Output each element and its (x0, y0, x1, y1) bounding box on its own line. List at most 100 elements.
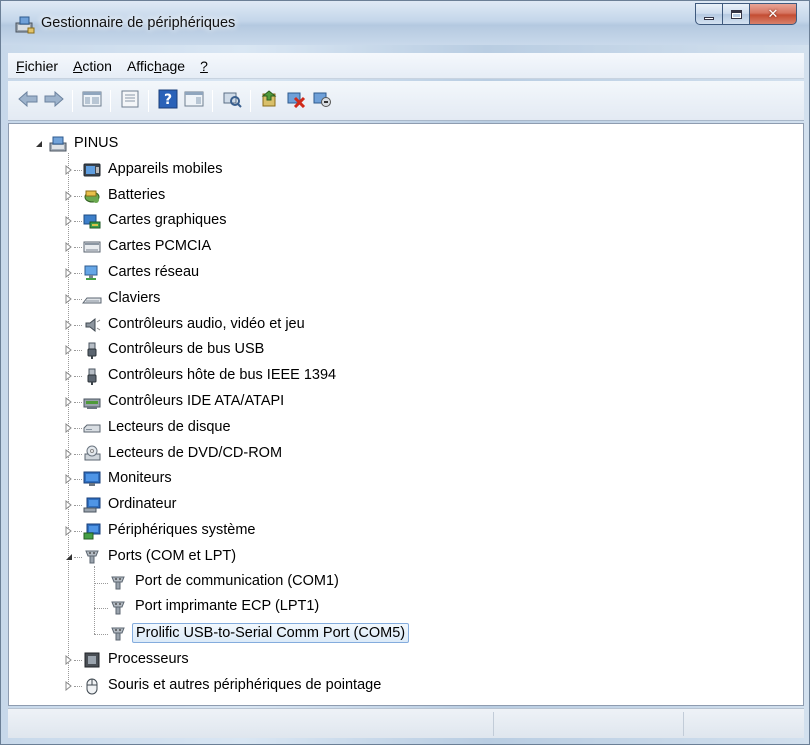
toolbar-separator (110, 90, 111, 112)
tree-item[interactable]: Ports (COM et LPT) (9, 546, 789, 568)
port-icon (108, 625, 128, 643)
collapsed-triangle-icon[interactable] (64, 422, 74, 434)
tree-item-label: Ports (COM et LPT) (108, 547, 237, 564)
tree-item[interactable]: Contrôleurs audio, vidéo et jeu (9, 314, 789, 336)
scan-hardware-button[interactable] (220, 90, 244, 112)
toolbar-separator (250, 90, 251, 112)
menu-help[interactable]: ? (193, 58, 215, 74)
tree-subitem[interactable]: Port imprimante ECP (LPT1) (9, 597, 789, 619)
tree-connector (74, 350, 82, 352)
tree-connector (74, 298, 82, 300)
tree-item[interactable]: Lecteurs de disque (9, 417, 789, 439)
back-button[interactable] (16, 90, 40, 112)
scan-hardware-icon (222, 90, 242, 112)
window-title: Gestionnaire de périphériques (41, 15, 236, 31)
menu-action[interactable]: Action (66, 58, 119, 74)
tree-connector (94, 565, 95, 635)
help-button[interactable]: ? (156, 89, 180, 112)
keyboard-icon (82, 290, 102, 308)
tree-item[interactable]: Ordinateur (9, 494, 789, 516)
tree-item[interactable]: Contrôleurs hôte de bus IEEE 1394 (9, 365, 789, 387)
tree-connector (74, 402, 82, 403)
computer-monitor-icon (82, 496, 102, 514)
disk-drive-icon (82, 419, 102, 437)
speaker-icon (82, 316, 102, 334)
device-manager-window: Gestionnaire de périphériques ✕ Fichier … (0, 0, 810, 745)
tree-subitem-label: Port de communication (COM1) (135, 572, 339, 589)
tree-subitem[interactable]: Port de communication (COM1) (9, 572, 789, 594)
tree-item-label: Lecteurs de disque (108, 418, 231, 435)
tree-connector (74, 273, 82, 274)
device-manager-icon (14, 15, 36, 35)
caption-buttons: ✕ (695, 3, 797, 33)
expanded-triangle-icon[interactable] (34, 138, 44, 150)
tree-connector (74, 247, 82, 249)
tree-item[interactable]: Périphériques système (9, 520, 789, 542)
collapsed-triangle-icon[interactable] (64, 370, 74, 382)
tree-connector (74, 505, 82, 507)
tree-connector (74, 195, 82, 197)
collapsed-triangle-icon[interactable] (64, 448, 74, 460)
collapsed-triangle-icon[interactable] (64, 190, 74, 202)
action-pane-button[interactable] (182, 90, 206, 112)
tree-item[interactable]: Souris et autres périphériques de pointa… (9, 675, 789, 697)
collapsed-triangle-icon[interactable] (64, 525, 74, 537)
show-hide-tree-button[interactable] (80, 90, 104, 112)
tree-item-label: Contrôleurs hôte de bus IEEE 1394 (108, 367, 337, 384)
show-hide-console-tree-icon (82, 90, 102, 112)
tree-subitem[interactable]: Prolific USB-to-Serial Comm Port (COM5) (9, 623, 789, 645)
tree-item[interactable]: Appareils mobiles (9, 159, 789, 181)
maximize-button[interactable] (723, 3, 750, 25)
tree-item-label: Ordinateur (108, 496, 177, 513)
collapsed-triangle-icon[interactable] (64, 396, 74, 408)
tree-item[interactable]: Cartes PCMCIA (9, 236, 789, 258)
tree-item-label: Claviers (108, 289, 161, 306)
collapsed-triangle-icon[interactable] (64, 241, 74, 253)
tree-item-label: Appareils mobiles (108, 160, 223, 177)
disable-device-button[interactable] (310, 90, 334, 112)
collapsed-triangle-icon[interactable] (64, 164, 74, 176)
collapsed-triangle-icon[interactable] (64, 319, 74, 331)
tree-connector (74, 427, 82, 429)
properties-icon (120, 90, 140, 112)
tree-item[interactable]: Contrôleurs IDE ATA/ATAPI (9, 391, 789, 413)
collapsed-triangle-icon[interactable] (64, 680, 74, 692)
collapsed-triangle-icon[interactable] (64, 215, 74, 227)
tree-connector (74, 531, 82, 532)
menu-fichier[interactable]: Fichier (9, 58, 65, 74)
collapsed-triangle-icon[interactable] (64, 344, 74, 356)
device-tree[interactable]: PINUS Appareils mobiles Batteries Cartes gr… (8, 123, 804, 706)
system-device-icon (82, 522, 102, 540)
tree-item[interactable]: Contrôleurs de bus USB (9, 339, 789, 361)
tree-connector (74, 556, 82, 558)
expanded-triangle-icon[interactable] (64, 551, 74, 563)
tree-root[interactable]: PINUS (9, 133, 789, 155)
tree-connector (94, 608, 108, 610)
collapsed-triangle-icon[interactable] (64, 499, 74, 511)
tree-item[interactable]: Cartes graphiques (9, 210, 789, 232)
tree-connector (74, 221, 82, 223)
tree-item[interactable]: Lecteurs de DVD/CD-ROM (9, 443, 789, 465)
tree-item[interactable]: Claviers (9, 288, 789, 310)
tree-item[interactable]: Batteries (9, 185, 789, 207)
close-button[interactable]: ✕ (750, 3, 797, 25)
mouse-icon (82, 677, 102, 695)
pcmcia-icon (82, 238, 102, 256)
collapsed-triangle-icon[interactable] (64, 267, 74, 279)
tree-item[interactable]: Cartes réseau (9, 262, 789, 284)
menu-affichage[interactable]: Affichage (120, 58, 192, 74)
properties-button[interactable] (118, 90, 142, 112)
collapsed-triangle-icon[interactable] (64, 293, 74, 305)
minimize-button[interactable] (695, 3, 723, 25)
title-bar[interactable]: Gestionnaire de périphériques ✕ (1, 1, 809, 45)
tree-connector (74, 376, 82, 378)
status-segment (683, 712, 803, 736)
uninstall-button[interactable] (284, 90, 308, 112)
collapsed-triangle-icon[interactable] (64, 473, 74, 485)
forward-button[interactable] (42, 90, 66, 112)
collapsed-triangle-icon[interactable] (64, 654, 74, 666)
tree-item[interactable]: Processeurs (9, 649, 789, 671)
tree-item-label: Contrôleurs de bus USB (108, 341, 265, 358)
update-driver-button[interactable] (258, 90, 282, 112)
tree-item[interactable]: Moniteurs (9, 468, 789, 490)
